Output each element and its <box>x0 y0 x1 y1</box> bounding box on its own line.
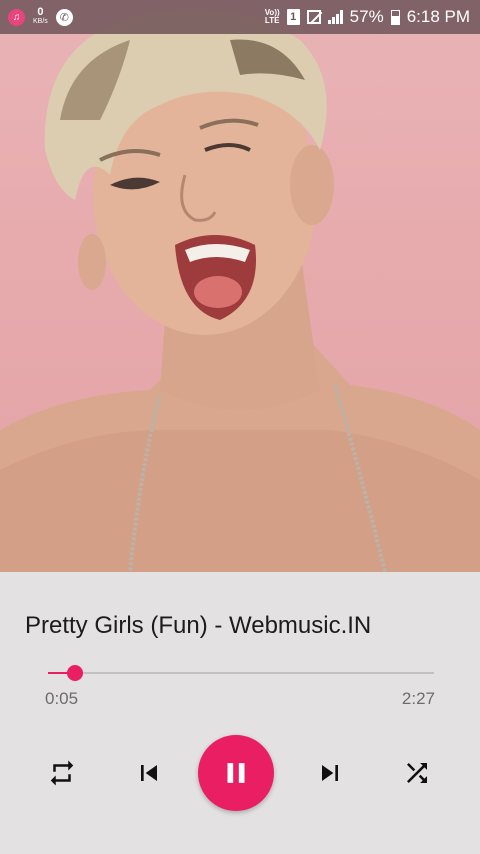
data-rate-value: 0 <box>37 6 44 18</box>
total-time: 2:27 <box>401 689 435 708</box>
current-time: 0:05 <box>45 689 79 708</box>
battery-percent: 57% <box>349 7 384 26</box>
seek-bar[interactable] <box>48 672 434 674</box>
next-icon <box>322 765 338 781</box>
previous-button[interactable] <box>130 755 168 791</box>
artwork-image <box>0 8 480 572</box>
shuffle-button[interactable] <box>399 755 435 791</box>
shuffle-icon <box>407 763 427 783</box>
signal-icon <box>327 10 343 24</box>
pause-icon <box>227 763 245 783</box>
album-artwork <box>0 0 480 572</box>
clock: 6:18 PM <box>406 7 470 26</box>
data-rate-indicator: 0 KB/s <box>33 6 48 26</box>
song-title: Pretty Girls (Fun) - Webmusic.IN <box>25 612 372 639</box>
call-icon: ✆ <box>55 8 73 26</box>
pause-button[interactable] <box>198 735 274 811</box>
next-button[interactable] <box>311 755 349 791</box>
previous-icon <box>141 765 157 781</box>
repeat-button[interactable] <box>44 755 80 791</box>
seek-bar-thumb[interactable] <box>67 665 84 681</box>
volte-icon: Vo)) LTE <box>264 8 280 25</box>
music-notification-icon: ♫ <box>8 8 25 26</box>
repeat-icon <box>50 760 74 786</box>
status-bar: ♫ 0 KB/s ✆ Vo)) LTE 1 57% 6:18 PM <box>0 0 480 34</box>
battery-icon <box>390 9 400 25</box>
sim-indicator: 1 <box>286 9 300 25</box>
no-signal-icon <box>306 10 321 24</box>
data-rate-unit: KB/s <box>33 18 48 25</box>
